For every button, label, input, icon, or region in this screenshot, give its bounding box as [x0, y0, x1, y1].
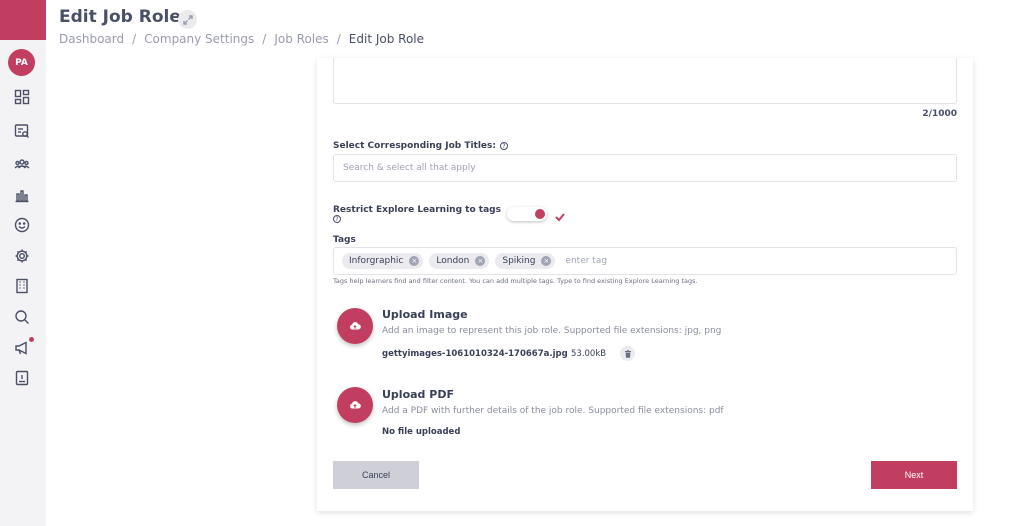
expand-icon: [182, 14, 193, 25]
description-textarea[interactable]: [333, 58, 957, 104]
job-titles-placeholder: Search & select all that apply: [343, 163, 476, 173]
id-card-icon[interactable]: [13, 369, 30, 386]
upload-image-button[interactable]: [337, 308, 373, 344]
toggle-knob: [535, 209, 545, 219]
search-icon[interactable]: [13, 308, 30, 325]
check-icon: [554, 208, 566, 222]
no-file-status: No file uploaded: [382, 427, 461, 437]
breadcrumb-separator: /: [132, 32, 137, 46]
gear-icon[interactable]: [13, 247, 30, 264]
job-titles-label-text: Select Corresponding Job Titles:: [333, 141, 496, 151]
tags-label-text: Tags: [333, 235, 356, 245]
tag-chip: Spiking ×: [495, 253, 556, 269]
expand-button[interactable]: [178, 10, 197, 29]
tag-chip: London ×: [429, 253, 490, 269]
sidebar: PA: [0, 0, 46, 526]
page-title: Edit Job Role: [59, 7, 181, 27]
tags-help-text: Tags help learners find and filter conte…: [333, 277, 698, 285]
cancel-button[interactable]: Cancel: [333, 461, 419, 489]
edit-job-role-form: 2/1000 Select Corresponding Job Titles: …: [317, 58, 973, 511]
users-icon[interactable]: [13, 155, 30, 172]
character-count: 2/1000: [922, 109, 957, 119]
notification-dot: [29, 337, 34, 342]
uploaded-file-size: 53.00kB: [571, 349, 607, 359]
megaphone-icon[interactable]: [13, 339, 30, 356]
sidebar-logo-area: [0, 0, 46, 40]
remove-tag-icon[interactable]: ×: [475, 256, 486, 266]
search-list-icon[interactable]: [13, 122, 30, 139]
building-icon[interactable]: [13, 277, 30, 294]
remove-tag-icon[interactable]: ×: [541, 256, 552, 266]
remove-tag-icon[interactable]: ×: [409, 256, 420, 266]
delete-file-button[interactable]: [620, 346, 635, 361]
smiley-icon[interactable]: [13, 216, 30, 233]
breadcrumb-current: Edit Job Role: [348, 32, 425, 46]
dashboard-icon[interactable]: [13, 88, 30, 105]
breadcrumb-job-roles[interactable]: Job Roles: [274, 32, 328, 46]
bar-chart-icon[interactable]: [13, 186, 30, 203]
upload-pdf-button[interactable]: [337, 387, 373, 423]
job-titles-input[interactable]: Search & select all that apply: [333, 154, 957, 182]
job-titles-label: Select Corresponding Job Titles: ?: [333, 141, 508, 151]
cloud-upload-icon: [350, 322, 361, 330]
breadcrumb-separator: /: [336, 32, 341, 46]
cloud-upload-icon: [350, 401, 361, 409]
restrict-label: Restrict Explore Learning to tags: [333, 205, 501, 215]
breadcrumb-dashboard[interactable]: Dashboard: [59, 32, 124, 46]
upload-image-description: Add an image to represent this job role.…: [382, 326, 722, 336]
help-icon[interactable]: ?: [500, 142, 508, 150]
restrict-help: ?: [333, 215, 341, 223]
tag-chip: Inforgraphic ×: [342, 253, 424, 269]
breadcrumb-separator: /: [262, 32, 267, 46]
upload-image-title: Upload Image: [382, 308, 468, 321]
tags-label: Tags: [333, 235, 356, 245]
next-button[interactable]: Next: [871, 461, 957, 489]
tag-label: Inforgraphic: [349, 256, 404, 266]
tag-label: London: [436, 256, 470, 266]
restrict-toggle[interactable]: [507, 207, 547, 221]
tag-text-input[interactable]: enter tag: [565, 256, 607, 266]
uploaded-file-name: gettyimages-1061010324-170667a.jpg: [382, 349, 568, 359]
upload-pdf-description: Add a PDF with further details of the jo…: [382, 406, 724, 416]
tag-label: Spiking: [502, 256, 536, 266]
tags-input[interactable]: Inforgraphic × London × Spiking × enter …: [333, 247, 957, 275]
trash-icon: [624, 349, 631, 358]
help-icon[interactable]: ?: [333, 215, 341, 223]
restrict-label-text: Restrict Explore Learning to tags: [333, 205, 501, 215]
avatar[interactable]: PA: [8, 49, 35, 76]
breadcrumb: Dashboard / Company Settings / Job Roles…: [59, 32, 424, 46]
breadcrumb-company-settings[interactable]: Company Settings: [144, 32, 254, 46]
upload-pdf-title: Upload PDF: [382, 388, 454, 401]
